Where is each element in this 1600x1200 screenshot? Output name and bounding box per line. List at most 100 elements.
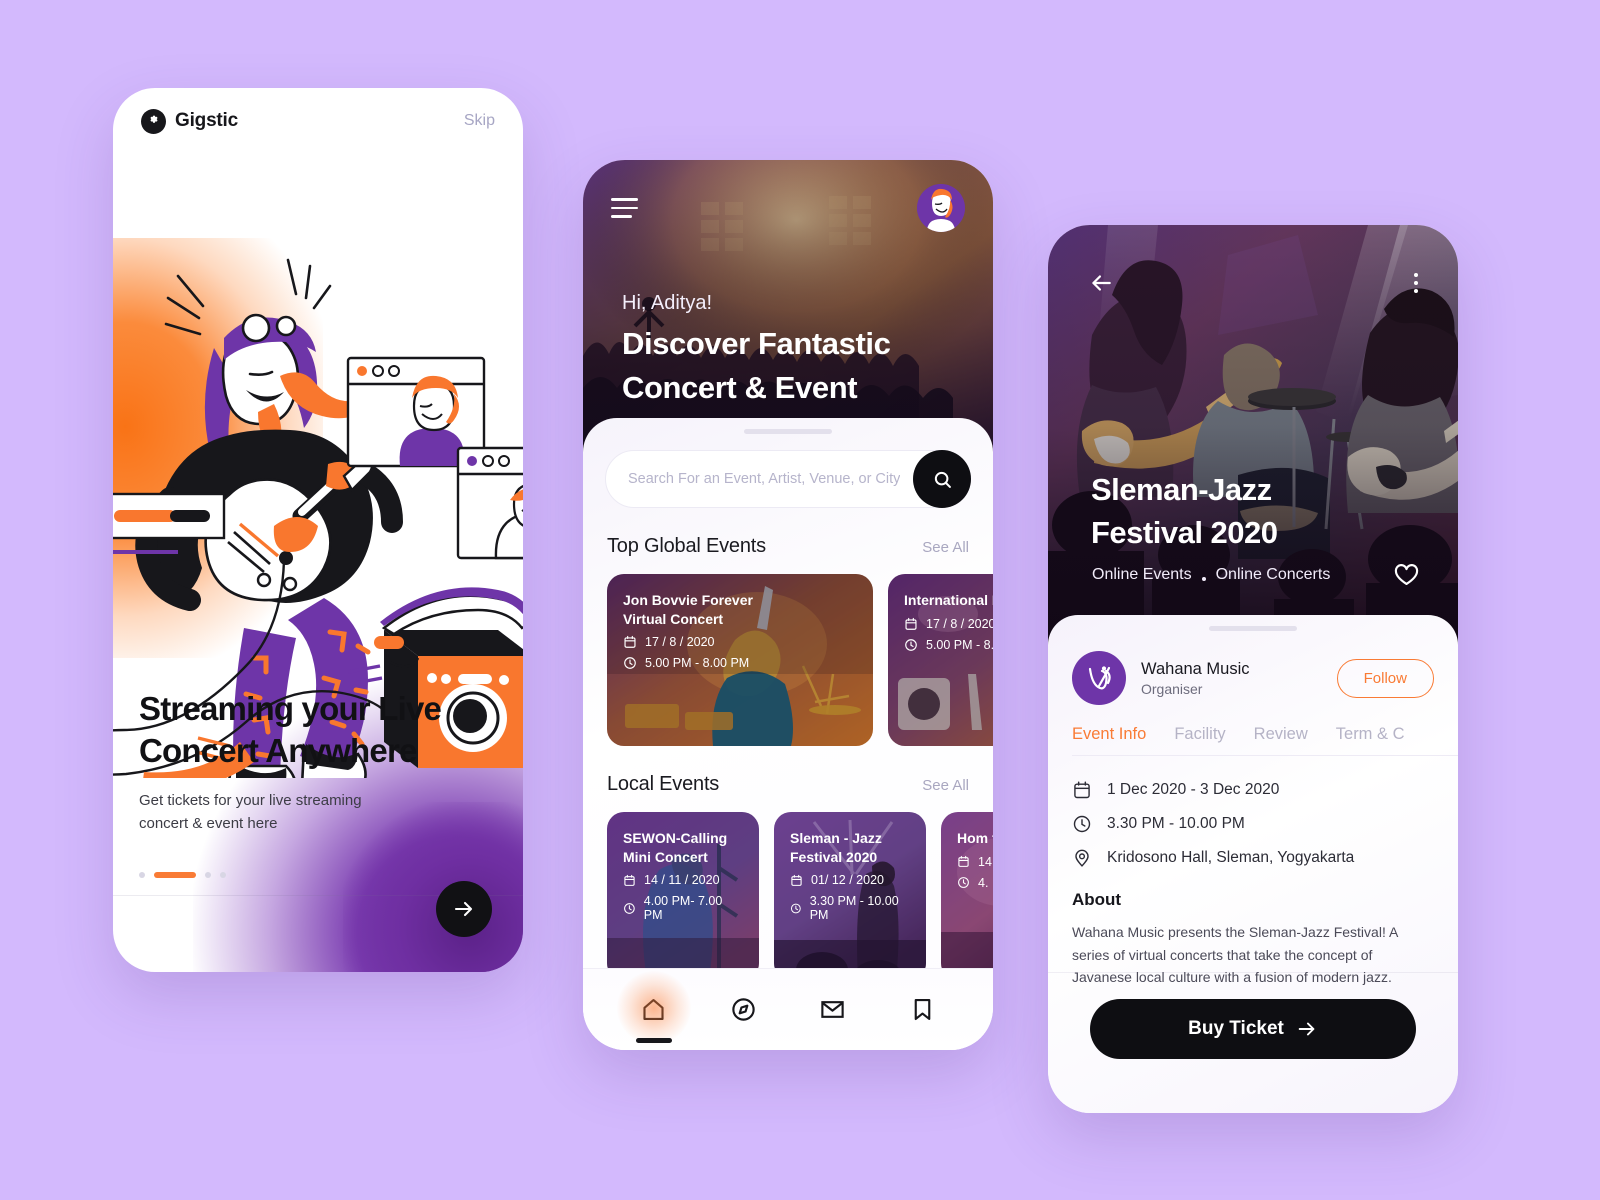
next-button[interactable] xyxy=(436,881,492,937)
event-time-row: 4. xyxy=(957,876,993,890)
event-title: SEWON-Calling Mini Concert xyxy=(623,830,728,865)
buy-ticket-label: Buy Ticket xyxy=(1188,1018,1284,1039)
event-date: 17 / 8 / 2020 xyxy=(645,635,715,650)
event-date-row: 01/ 12 / 2020 xyxy=(790,873,910,887)
arrow-right-icon xyxy=(1298,1022,1315,1036)
follow-button[interactable]: Follow xyxy=(1336,658,1434,698)
event-card-body: International Festival 17 / 8 / 2020 xyxy=(888,574,993,669)
mail-icon xyxy=(821,1001,844,1018)
tab-facility[interactable]: Facility xyxy=(1174,725,1225,744)
section-title: Top Global Events xyxy=(607,535,766,557)
detail-title-line-2: Festival 2020 xyxy=(1091,515,1278,551)
local-events-carousel[interactable]: SEWON-Calling Mini Concert 14 / 11 / 202… xyxy=(607,812,993,980)
see-all-local-button[interactable]: See All xyxy=(922,777,969,794)
event-title: Sleman - Jazz Festival 2020 xyxy=(790,830,882,865)
skip-button[interactable]: Skip xyxy=(464,112,495,130)
event-date: 14 / 11 / 2020 xyxy=(644,873,720,888)
nav-explore[interactable] xyxy=(720,987,766,1033)
see-all-global-button[interactable]: See All xyxy=(922,539,969,556)
search-input[interactable] xyxy=(628,471,900,487)
bookmark-icon xyxy=(914,998,931,1021)
event-time: 4.00 PM- 7.00 PM xyxy=(643,894,723,923)
clock-icon xyxy=(790,903,801,914)
event-time: 5.00 PM - 8.00 xyxy=(926,637,993,652)
search-icon xyxy=(934,471,951,488)
wahana-music-logo xyxy=(1072,651,1126,705)
info-location-row: Kridosono Hall, Sleman, Yogyakarta xyxy=(1072,848,1434,868)
kebab-menu-icon[interactable] xyxy=(1414,273,1418,293)
event-tag: Online Events xyxy=(1092,566,1192,583)
nav-saved[interactable] xyxy=(899,987,945,1033)
event-detail-screen: Sleman-Jazz Festival 2020 Online Events … xyxy=(1048,225,1458,1113)
onboarding-topbar: Gigstic Skip xyxy=(113,88,523,154)
discover-topbar xyxy=(583,160,993,256)
arrow-right-icon xyxy=(454,901,473,917)
pagination-dot[interactable] xyxy=(220,872,226,879)
detail-tabs[interactable]: Event Info Facility Review Term & C xyxy=(1072,725,1458,756)
event-date: 01/ 12 / 2020 xyxy=(811,873,884,888)
calendar-icon xyxy=(624,874,635,886)
nav-messages[interactable] xyxy=(810,987,856,1033)
discover-screen: Hi, Aditya! Discover Fantastic Concert &… xyxy=(583,160,993,1050)
page-title: Sleman-Jazz Festival 2020 xyxy=(1091,468,1278,555)
event-info-list: 1 Dec 2020 - 3 Dec 2020 3.30 PM - 10.00 … xyxy=(1072,780,1434,868)
pagination-dot[interactable] xyxy=(139,872,145,879)
tab-review[interactable]: Review xyxy=(1254,725,1308,744)
calendar-icon xyxy=(624,636,636,649)
arrow-left-icon[interactable] xyxy=(1088,270,1114,296)
event-time: 4. xyxy=(978,875,989,890)
event-card-body: Jon Bovvie Forever Virtual Concert 17 / … xyxy=(607,574,873,687)
event-time: 5.00 PM - 8.00 PM xyxy=(645,656,750,671)
buy-ticket-button[interactable]: Buy Ticket xyxy=(1090,999,1416,1059)
global-events-carousel[interactable]: Jon Bovvie Forever Virtual Concert 17 / … xyxy=(607,574,993,746)
discover-sheet: Top Global Events See All xyxy=(583,418,993,1050)
calendar-icon xyxy=(791,874,802,886)
organiser-role: Organiser xyxy=(1141,680,1203,697)
user-avatar[interactable] xyxy=(917,184,965,232)
greeting: Hi, Aditya! xyxy=(622,292,713,314)
pagination-dot[interactable] xyxy=(205,872,211,879)
home-indicator xyxy=(635,1037,672,1043)
calendar-icon xyxy=(958,855,969,868)
event-card-body: SEWON-Calling Mini Concert 14 / 11 / 202… xyxy=(607,812,759,939)
page-title: Discover Fantastic Concert & Event xyxy=(622,322,891,410)
clock-icon xyxy=(1073,815,1091,833)
calendar-icon xyxy=(905,617,917,630)
organiser-text: Wahana Music Organiser xyxy=(1141,660,1337,697)
event-card[interactable]: SEWON-Calling Mini Concert 14 / 11 / 202… xyxy=(607,812,759,980)
bottom-navigation xyxy=(583,968,993,1050)
pagination-dots[interactable] xyxy=(139,872,499,879)
event-time: 3.30 PM - 10.00 PM xyxy=(809,894,899,923)
event-card[interactable]: International Festival 17 / 8 / 2020 xyxy=(888,574,993,746)
canvas: Gigstic Skip Streaming your Live Concert… xyxy=(0,0,1600,1200)
hamburger-menu-icon[interactable] xyxy=(611,198,638,218)
brand-name: Gigstic xyxy=(175,110,239,131)
sheet-grabber[interactable] xyxy=(1209,626,1297,631)
sheet-grabber[interactable] xyxy=(744,429,832,434)
star-badge-icon xyxy=(141,108,166,134)
detail-topbar xyxy=(1048,225,1458,341)
home-icon xyxy=(643,998,664,1021)
event-title: Hom from xyxy=(957,830,993,846)
detail-hero: Sleman-Jazz Festival 2020 Online Events … xyxy=(1048,225,1458,645)
search-button[interactable] xyxy=(913,450,971,508)
headline-line-1: Discover Fantastic xyxy=(622,326,891,361)
clock-icon xyxy=(624,657,636,670)
buy-ticket-bar: Buy Ticket xyxy=(1048,972,1458,1113)
nav-home[interactable] xyxy=(631,987,677,1043)
headline-line-2: Concert & Event xyxy=(622,370,858,406)
calendar-icon xyxy=(1074,781,1090,799)
event-time-row: 5.00 PM - 8.00 xyxy=(904,638,993,652)
page-title: Streaming your Live Concert Anywhere xyxy=(139,690,442,769)
search-row xyxy=(605,450,971,508)
tab-terms[interactable]: Term & C xyxy=(1336,725,1405,744)
event-card[interactable]: Sleman - Jazz Festival 2020 01/ 12 / 202… xyxy=(774,812,926,980)
event-card[interactable]: Hom from 14 xyxy=(941,812,993,980)
event-title: Jon Bovvie Forever Virtual Concert xyxy=(623,592,753,627)
heart-icon[interactable] xyxy=(1393,561,1420,588)
event-date: 1 Dec 2020 - 3 Dec 2020 xyxy=(1107,781,1280,798)
event-card[interactable]: Jon Bovvie Forever Virtual Concert 17 / … xyxy=(607,574,873,746)
pagination-dot-active[interactable] xyxy=(154,872,196,879)
tab-event-info[interactable]: Event Info xyxy=(1072,725,1146,744)
event-card-body: Sleman - Jazz Festival 2020 01/ 12 / 202… xyxy=(774,812,926,939)
